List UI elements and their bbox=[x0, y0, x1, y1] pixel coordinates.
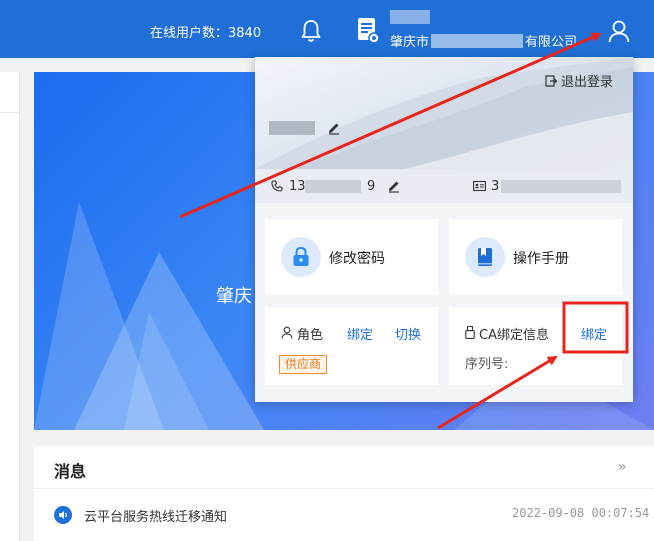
edit-icon[interactable] bbox=[327, 121, 341, 135]
logout-icon bbox=[545, 75, 557, 87]
id-number-prefix: 3 bbox=[491, 179, 500, 194]
speaker-icon bbox=[54, 506, 72, 524]
logout-label: 退出登录 bbox=[561, 75, 614, 90]
change-password-button[interactable]: 修改密码 bbox=[265, 219, 438, 295]
company-suffix: 有限公司 bbox=[525, 35, 578, 50]
phone-icon bbox=[271, 180, 283, 192]
role-bind-link[interactable]: 绑定 bbox=[347, 324, 373, 343]
ca-bind-link[interactable]: 绑定 bbox=[581, 324, 607, 343]
edit-icon[interactable] bbox=[387, 179, 401, 193]
lock-icon bbox=[293, 246, 309, 266]
message-item-date: 2022-09-08 00:07:54 bbox=[512, 506, 650, 520]
document-icon[interactable] bbox=[356, 16, 380, 44]
online-users-count: 在线用户数：3840 bbox=[150, 26, 262, 41]
divider bbox=[34, 488, 654, 489]
company-name[interactable]: 肇庆市 有限公司 bbox=[390, 31, 577, 50]
contact-info-row: 13 9 3 bbox=[255, 169, 633, 203]
logout-button[interactable]: 退出登录 bbox=[545, 71, 613, 90]
manual-button[interactable]: 操作手册 bbox=[449, 219, 622, 295]
phone-number-prefix: 13 bbox=[289, 179, 306, 194]
lock-icon-bg bbox=[281, 237, 321, 277]
bell-icon[interactable] bbox=[298, 18, 324, 44]
ca-binding-tile: CA绑定信息 绑定 序列号: bbox=[449, 307, 622, 385]
user-name-redacted bbox=[269, 121, 315, 135]
message-title: 消息 bbox=[54, 462, 87, 481]
role-tile: 角色 绑定 切换 供应商 bbox=[265, 307, 438, 385]
role-label: 角色 bbox=[297, 328, 324, 343]
phone-number-redacted bbox=[305, 180, 361, 193]
company-name-redacted bbox=[390, 10, 430, 24]
left-panel bbox=[0, 72, 20, 541]
user-dropdown: 退出登录 13 9 3 修改密码 操作手册 角色 绑定 切换 供应商 CA绑定信… bbox=[255, 57, 633, 402]
change-password-label: 修改密码 bbox=[329, 251, 385, 267]
id-number-redacted bbox=[501, 180, 621, 193]
top-bar: 在线用户数：3840 肇庆市 有限公司 bbox=[0, 0, 654, 58]
divider bbox=[0, 112, 20, 113]
ca-binding-label: CA绑定信息 bbox=[479, 328, 549, 343]
user-icon[interactable] bbox=[606, 18, 632, 44]
company-prefix: 肇庆市 bbox=[390, 35, 430, 50]
banner-title: 肇庆 bbox=[216, 286, 252, 307]
id-card-icon bbox=[473, 180, 486, 192]
serial-number-label: 序列号: bbox=[465, 357, 509, 372]
phone-number-suffix: 9 bbox=[367, 179, 376, 194]
usb-key-icon bbox=[465, 326, 475, 339]
role-badge: 供应商 bbox=[279, 355, 328, 374]
role-switch-link[interactable]: 切换 bbox=[395, 324, 421, 343]
dropdown-header: 退出登录 bbox=[255, 57, 633, 169]
company-redacted bbox=[431, 34, 524, 48]
manual-label: 操作手册 bbox=[513, 251, 569, 267]
person-icon bbox=[281, 326, 293, 339]
message-item-title[interactable]: 云平台服务热线迁移通知 bbox=[84, 506, 227, 525]
book-icon bbox=[478, 248, 492, 266]
book-icon-bg bbox=[465, 237, 505, 277]
message-card: 消息 » 云平台服务热线迁移通知 2022-09-08 00:07:54 bbox=[34, 446, 654, 541]
more-link[interactable]: » bbox=[618, 459, 627, 475]
